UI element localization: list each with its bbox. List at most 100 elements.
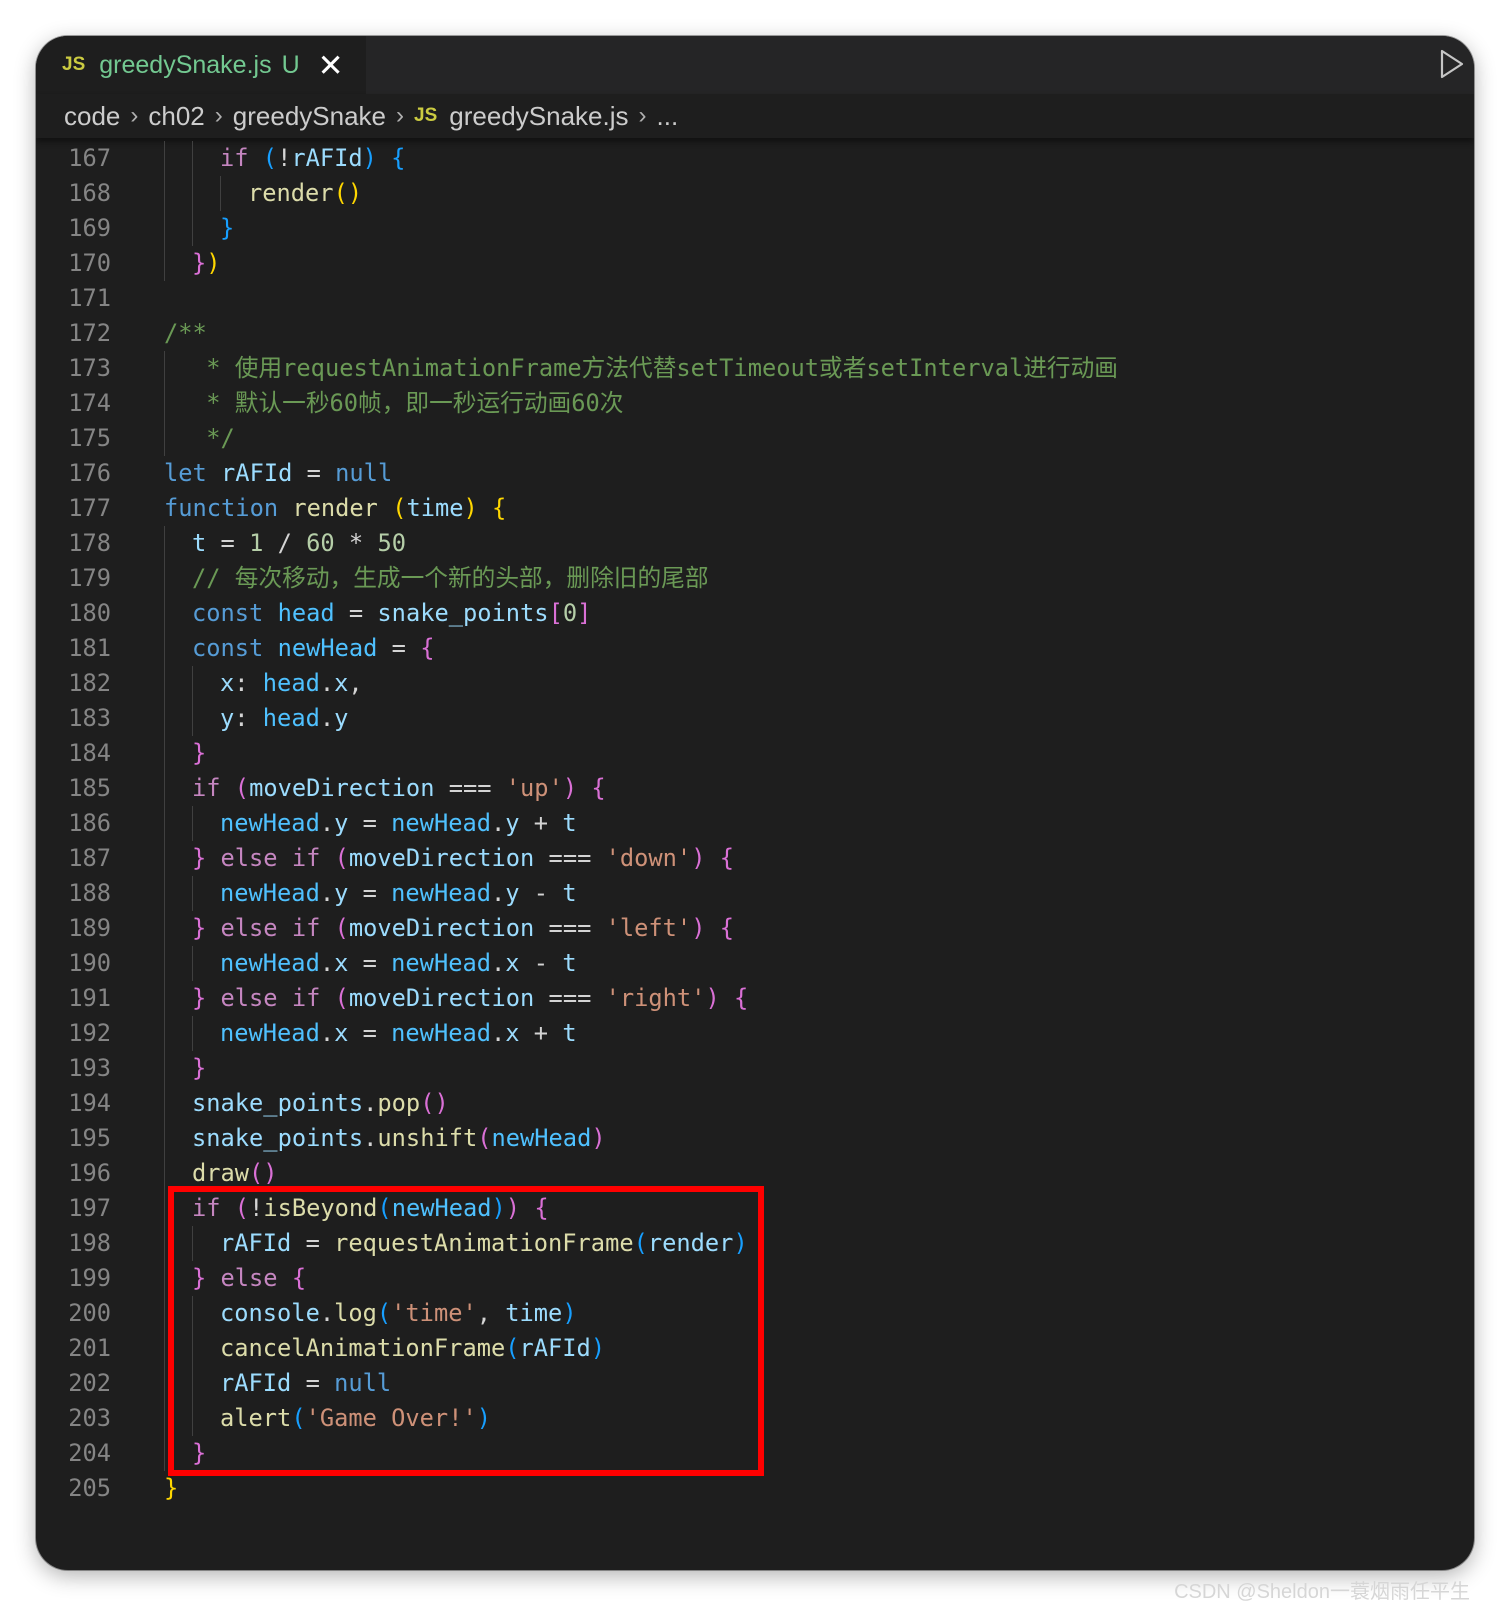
code-token: . xyxy=(363,1124,378,1152)
code-token: } xyxy=(192,914,207,942)
code-line[interactable]: 171 xyxy=(36,281,1474,316)
code-text: newHead.x = newHead.x + t xyxy=(220,1016,577,1051)
code-token: = xyxy=(348,949,392,977)
indent-guide xyxy=(164,841,165,876)
code-line[interactable]: 198 rAFId = requestAnimationFrame(render) xyxy=(36,1226,1474,1261)
code-token: . xyxy=(490,879,506,907)
code-line[interactable]: 205} xyxy=(36,1471,1474,1506)
line-number: 193 xyxy=(68,1054,111,1082)
code-line[interactable]: 182 x: head.x, xyxy=(36,666,1474,701)
code-line[interactable]: 184} xyxy=(36,736,1474,771)
code-line[interactable]: 167 if (!rAFId) { xyxy=(36,141,1474,176)
code-line[interactable]: 200 console.log('time', time) xyxy=(36,1296,1474,1331)
code-line[interactable]: 175 */ xyxy=(36,421,1474,456)
code-line[interactable]: 183 y: head.y xyxy=(36,701,1474,736)
code-line[interactable]: 172 /** xyxy=(36,316,1474,351)
close-icon[interactable]: ✕ xyxy=(318,50,344,81)
code-token: } xyxy=(192,984,207,1012)
code-token: ( xyxy=(477,1124,492,1152)
code-token: ) xyxy=(362,144,377,172)
code-line[interactable]: 202 rAFId = null xyxy=(36,1366,1474,1401)
code-token: else if xyxy=(206,984,335,1012)
code-line[interactable]: 194 snake_points.pop() xyxy=(36,1086,1474,1121)
code-token: . xyxy=(319,704,335,732)
code-token: ) xyxy=(476,1404,491,1432)
code-token: console xyxy=(220,1299,320,1327)
code-line[interactable]: 196 draw() xyxy=(36,1156,1474,1191)
code-line[interactable]: 169} xyxy=(36,211,1474,246)
code-token: } xyxy=(192,1264,207,1292)
indent-guide xyxy=(164,421,165,456)
code-line[interactable]: 191} else if (moveDirection === 'right')… xyxy=(36,981,1474,1016)
breadcrumb-ch02[interactable]: ch02 xyxy=(148,101,204,132)
code-token: } xyxy=(192,249,207,277)
code-line[interactable]: 178 t = 1 / 60 * 50 xyxy=(36,526,1474,561)
code-token: . xyxy=(490,949,506,977)
code-line[interactable]: 189} else if (moveDirection === 'left') … xyxy=(36,911,1474,946)
code-line[interactable]: 192 newHead.x = newHead.x + t xyxy=(36,1016,1474,1051)
code-token: ( xyxy=(334,914,349,942)
code-line[interactable]: 176 let rAFId = null xyxy=(36,456,1474,491)
breadcrumb: code › ch02 › greedySnake › JS greedySna… xyxy=(36,94,1474,138)
breadcrumb-greedysnake[interactable]: greedySnake xyxy=(233,101,386,132)
indent-guide xyxy=(192,1016,193,1051)
code-line[interactable]: 174 * 默认一秒60帧，即一秒运行动画60次 xyxy=(36,386,1474,421)
code-line[interactable]: 190 newHead.x = newHead.x - t xyxy=(36,946,1474,981)
code-token: ( xyxy=(262,144,278,172)
code-line[interactable]: 180 const head = snake_points[0] xyxy=(36,596,1474,631)
code-token: , xyxy=(348,669,363,697)
code-token: newHead xyxy=(220,879,320,907)
code-line[interactable]: 195 snake_points.unshift(newHead) xyxy=(36,1121,1474,1156)
indent-guide xyxy=(164,876,165,911)
indent-guide xyxy=(192,806,193,841)
code-text: newHead.x = newHead.x - t xyxy=(220,946,577,981)
tab-greedysnake-js[interactable]: JS greedySnake.js U ✕ xyxy=(36,36,366,94)
code-text: let rAFId = null xyxy=(164,456,392,491)
code-line[interactable]: 179 // 每次移动，生成一个新的头部，删除旧的尾部 xyxy=(36,561,1474,596)
indent-guide xyxy=(192,1401,193,1436)
code-token: */ xyxy=(192,424,235,452)
code-line[interactable]: 185 if (moveDirection === 'up') { xyxy=(36,771,1474,806)
code-token: ) xyxy=(463,494,478,522)
code-token: ) xyxy=(590,1334,606,1362)
code-line[interactable]: 173 * 使用requestAnimationFrame方法代替setTime… xyxy=(36,351,1474,386)
code-token: , xyxy=(476,1299,506,1327)
breadcrumb-code[interactable]: code xyxy=(64,101,120,132)
code-line[interactable]: 177 function render (time) { xyxy=(36,491,1474,526)
code-line[interactable]: 181 const newHead = { xyxy=(36,631,1474,666)
line-number: 177 xyxy=(68,494,111,522)
code-token: . xyxy=(490,1019,506,1047)
code-line[interactable]: 186 newHead.y = newHead.y + t xyxy=(36,806,1474,841)
indent-guide xyxy=(164,736,165,771)
indent-guide xyxy=(164,561,165,596)
run-play-icon[interactable] xyxy=(1430,44,1470,84)
code-line[interactable]: 168 render() xyxy=(36,176,1474,211)
code-token: x xyxy=(220,669,235,697)
code-token: 'left' xyxy=(605,914,692,942)
code-line[interactable]: 187} else if (moveDirection === 'down') … xyxy=(36,841,1474,876)
breadcrumb-file[interactable]: greedySnake.js xyxy=(449,101,628,132)
code-token: ! xyxy=(277,144,292,172)
code-line[interactable]: 193} xyxy=(36,1051,1474,1086)
code-line[interactable]: 203 alert('Game Over!') xyxy=(36,1401,1474,1436)
code-line[interactable]: 201 cancelAnimationFrame(rAFId) xyxy=(36,1331,1474,1366)
code-line[interactable]: 188 newHead.y = newHead.y - t xyxy=(36,876,1474,911)
line-number: 199 xyxy=(68,1264,111,1292)
code-token: y xyxy=(334,879,349,907)
code-line[interactable]: 170}) xyxy=(36,246,1474,281)
code-token: } xyxy=(192,844,207,872)
code-line[interactable]: 199} else { xyxy=(36,1261,1474,1296)
code-token: // 每次移动，生成一个新的头部，删除旧的尾部 xyxy=(192,564,709,592)
breadcrumb-symbols[interactable]: ... xyxy=(657,101,679,132)
indent-guide xyxy=(164,1156,165,1191)
code-line[interactable]: 204} xyxy=(36,1436,1474,1471)
indent-guide xyxy=(164,386,165,421)
code-token: 'down' xyxy=(605,844,692,872)
code-text: * 默认一秒60帧，即一秒运行动画60次 xyxy=(192,386,623,421)
code-token: y xyxy=(334,809,349,837)
code-token: t xyxy=(562,1019,577,1047)
code-line[interactable]: 197 if (!isBeyond(newHead)) { xyxy=(36,1191,1474,1226)
code-token: rAFId xyxy=(291,144,363,172)
code-token: { xyxy=(719,914,734,942)
